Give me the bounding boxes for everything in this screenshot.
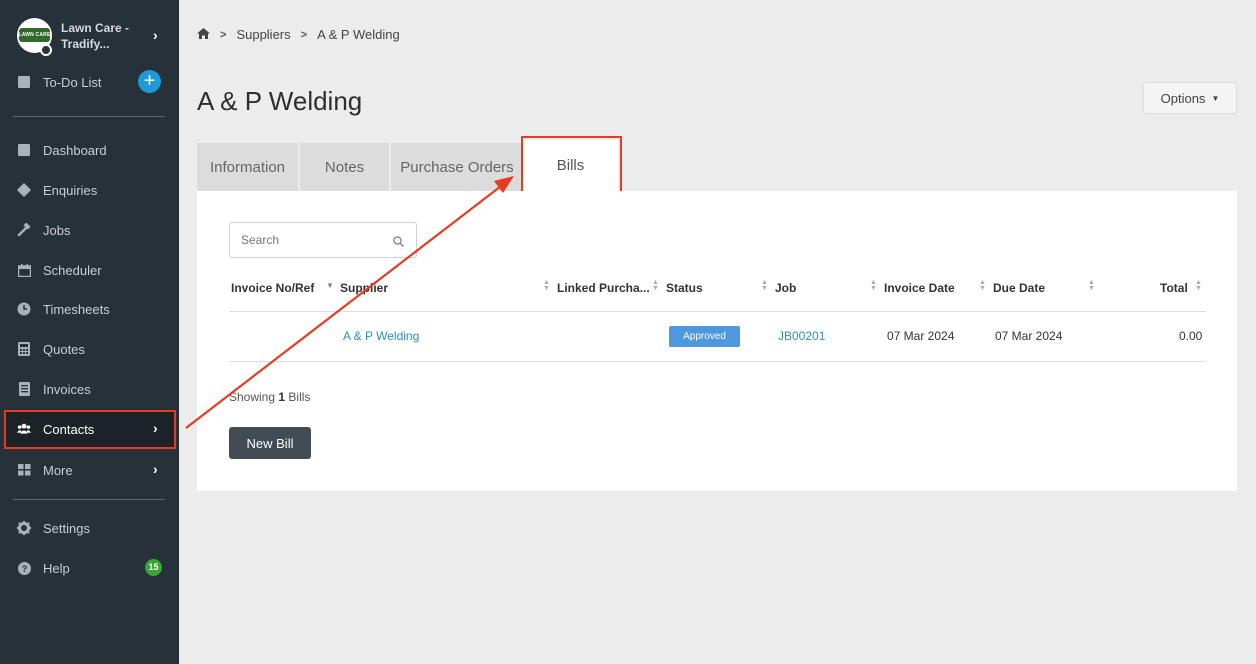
sidebar-item-jobs[interactable]: Jobs xyxy=(0,212,179,248)
grid-icon xyxy=(17,463,31,477)
sort-icon: ▲ ▼ xyxy=(870,279,877,292)
search-icon[interactable] xyxy=(393,234,405,248)
sidebar-item-label: Quotes xyxy=(43,341,85,357)
sort-icon: ▲ ▼ xyxy=(652,279,659,292)
sidebar-item-contacts[interactable]: Contacts › xyxy=(0,411,179,447)
org-logo-text: LAWN CARE xyxy=(18,32,51,38)
sidebar-item-label: Timesheets xyxy=(43,301,110,317)
sort-icon: ▲ ▼ xyxy=(1088,279,1095,292)
sidebar-item-timesheets[interactable]: Timesheets xyxy=(0,291,179,327)
breadcrumb-current: A & P Welding xyxy=(317,27,400,42)
document-icon xyxy=(17,382,31,396)
tags-icon xyxy=(16,182,32,198)
sidebar-item-settings[interactable]: Settings xyxy=(0,510,179,546)
column-header-invoice-date[interactable]: Invoice Date xyxy=(884,281,955,295)
sidebar-item-more[interactable]: More › xyxy=(0,452,179,488)
add-todo-button[interactable]: + xyxy=(138,70,161,93)
table-header-divider xyxy=(229,311,1206,312)
sidebar-item-label: Scheduler xyxy=(43,262,102,278)
breadcrumb-suppliers[interactable]: Suppliers xyxy=(236,27,290,42)
gear-icon xyxy=(17,521,31,535)
table-row-divider xyxy=(229,361,1206,362)
sidebar-item-dashboard[interactable]: Dashboard xyxy=(0,132,179,168)
showing-count: Showing 1 Bills xyxy=(229,390,310,404)
showing-prefix: Showing xyxy=(229,390,276,404)
sidebar-item-invoices[interactable]: Invoices xyxy=(0,371,179,407)
sidebar-item-label: To-Do List xyxy=(43,74,102,90)
help-count-badge: 15 xyxy=(145,559,162,576)
dashboard-icon xyxy=(17,143,31,157)
sidebar-item-enquiries[interactable]: Enquiries xyxy=(0,172,179,208)
users-icon xyxy=(17,422,31,436)
tab-purchase-orders[interactable]: Purchase Orders xyxy=(391,143,523,191)
svg-text:?: ? xyxy=(21,564,27,574)
tab-notes[interactable]: Notes xyxy=(300,143,389,191)
sidebar-item-label: More xyxy=(43,462,73,478)
org-switcher[interactable]: LAWN CARE Lawn Care - Tradify... › xyxy=(0,0,179,70)
chevron-right-icon: > xyxy=(220,28,227,41)
cell-supplier-link[interactable]: A & P Welding xyxy=(343,329,419,343)
cell-total: 0.00 xyxy=(1179,329,1203,343)
status-badge: Approved xyxy=(669,326,740,347)
chevron-right-icon: > xyxy=(300,28,308,41)
breadcrumb: > Suppliers > A & P Welding xyxy=(197,27,400,42)
chevron-right-icon: › xyxy=(153,420,158,436)
sort-icon: ▲ ▼ xyxy=(543,279,550,292)
chevron-right-icon: › xyxy=(153,27,158,43)
sort-icon: ▲ ▼ xyxy=(1195,279,1202,292)
sidebar-item-label: Enquiries xyxy=(43,182,98,198)
column-header-status[interactable]: Status xyxy=(666,281,703,295)
sort-desc-icon: ▼ xyxy=(326,281,334,290)
sidebar-item-label: Invoices xyxy=(43,381,91,397)
question-circle-icon: ? xyxy=(17,561,31,575)
caret-down-icon: ▼ xyxy=(1211,93,1220,103)
column-header-invoice[interactable]: Invoice No/Ref xyxy=(231,281,314,295)
column-header-job[interactable]: Job xyxy=(775,281,796,295)
bills-tab-highlight xyxy=(521,136,622,199)
sidebar-item-label: Help xyxy=(43,560,70,576)
sidebar-item-label: Settings xyxy=(43,520,90,536)
sidebar-item-quotes[interactable]: Quotes xyxy=(0,331,179,367)
sort-icon: ▲ ▼ xyxy=(761,279,768,292)
calculator-icon xyxy=(17,342,31,356)
org-name: Lawn Care - Tradify... xyxy=(61,21,130,51)
sort-icon: ▲ ▼ xyxy=(979,279,986,292)
cell-due-date: 07 Mar 2024 xyxy=(995,329,1063,343)
calendar-icon xyxy=(17,263,31,277)
tab-information[interactable]: Information xyxy=(197,143,298,191)
search-input[interactable] xyxy=(229,222,417,258)
options-button[interactable]: Options ▼ xyxy=(1143,82,1237,114)
column-header-total[interactable]: Total xyxy=(1160,281,1188,295)
sidebar: LAWN CARE Lawn Care - Tradify... › To-Do… xyxy=(0,0,179,664)
sidebar-item-label: Jobs xyxy=(43,222,71,238)
org-status-dot xyxy=(40,44,52,56)
column-header-due-date[interactable]: Due Date xyxy=(993,281,1045,295)
page-title: A & P Welding xyxy=(197,86,363,116)
showing-number: 1 xyxy=(278,390,286,404)
sidebar-item-label: Dashboard xyxy=(43,142,107,158)
new-bill-button[interactable]: New Bill xyxy=(229,427,311,459)
sidebar-divider xyxy=(13,499,165,500)
list-icon xyxy=(17,75,31,89)
column-header-supplier[interactable]: Supplier xyxy=(340,281,388,295)
showing-suffix: Bills xyxy=(288,390,311,404)
cell-invoice-date: 07 Mar 2024 xyxy=(887,329,955,343)
bills-panel: Invoice No/Ref ▼ Supplier ▲▼ Linked Purc… xyxy=(197,191,1237,491)
column-header-linked[interactable]: Linked Purcha... xyxy=(557,281,650,295)
sidebar-item-label: Contacts xyxy=(43,421,95,437)
cell-job-link[interactable]: JB00201 xyxy=(778,329,825,343)
options-label: Options xyxy=(1160,90,1206,106)
sidebar-item-scheduler[interactable]: Scheduler xyxy=(0,252,179,288)
chevron-right-icon: › xyxy=(153,461,158,477)
clock-icon xyxy=(17,302,31,316)
home-icon[interactable] xyxy=(197,27,210,42)
hammer-icon xyxy=(17,223,31,237)
sidebar-divider xyxy=(13,116,165,117)
